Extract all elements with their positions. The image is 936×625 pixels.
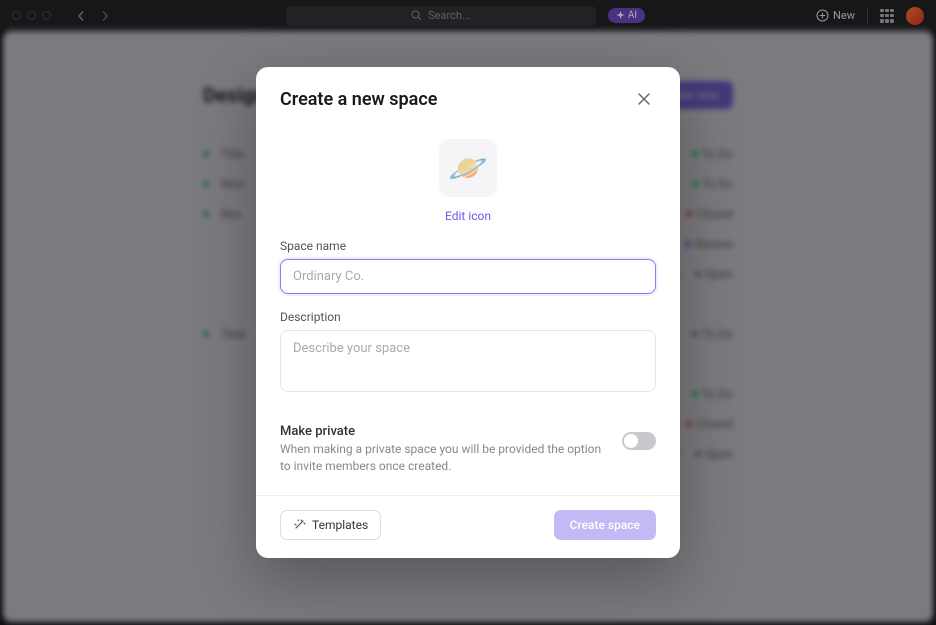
close-button[interactable] [632, 87, 656, 111]
space-name-input[interactable] [280, 259, 656, 294]
templates-label: Templates [312, 518, 368, 532]
wand-icon [293, 518, 306, 531]
description-input[interactable] [280, 330, 656, 392]
private-toggle[interactable] [622, 432, 656, 450]
make-private-title: Make private [280, 424, 602, 439]
create-space-button[interactable]: Create space [554, 510, 656, 540]
modal-overlay: Create a new space 🪐 Edit icon Space nam… [0, 0, 936, 625]
modal-title: Create a new space [280, 89, 437, 110]
templates-button[interactable]: Templates [280, 510, 381, 540]
description-label: Description [280, 310, 656, 324]
make-private-description: When making a private space you will be … [280, 441, 602, 475]
edit-icon-link[interactable]: Edit icon [445, 209, 491, 223]
space-icon-preview[interactable]: 🪐 [439, 139, 497, 197]
planet-icon: 🪐 [448, 149, 488, 187]
close-icon [637, 92, 651, 106]
space-name-label: Space name [280, 239, 656, 253]
create-space-modal: Create a new space 🪐 Edit icon Space nam… [256, 67, 680, 558]
